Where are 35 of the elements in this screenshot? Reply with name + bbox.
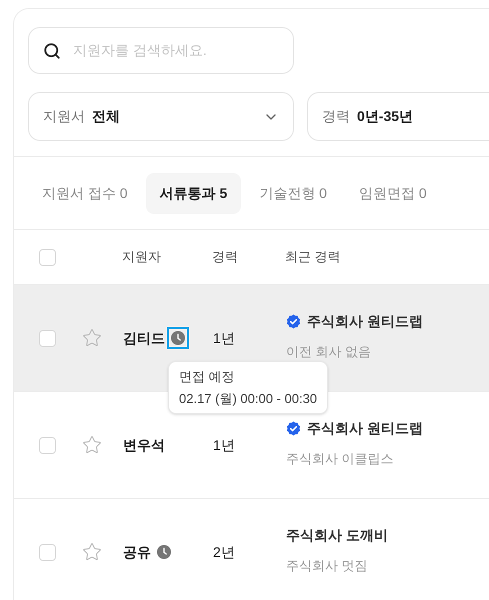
column-header: 지원자: [122, 248, 162, 266]
career-years: 2년: [213, 542, 236, 562]
checkbox[interactable]: [39, 544, 56, 560]
filter-select[interactable]: 지원서 전체: [28, 92, 294, 141]
search-icon: [43, 42, 61, 60]
current-company: 주식회사 원티드랩: [307, 312, 423, 331]
filter-value: 0년-35년: [357, 107, 414, 126]
checkbox[interactable]: [39, 248, 56, 266]
previous-company: 이전 회사 없음: [286, 342, 372, 361]
previous-company: 주식회사 멋짐: [286, 556, 369, 575]
star-icon[interactable]: [82, 328, 102, 348]
applicant-name: 변우석: [123, 436, 165, 454]
checkbox[interactable]: [39, 330, 56, 346]
filter-field[interactable]: 경력 0년-35년: [307, 92, 489, 141]
search-field[interactable]: 지원자를 검색하세요.: [28, 27, 294, 74]
clock-icon[interactable]: [167, 327, 189, 349]
career-years: 1년: [213, 328, 236, 348]
career-years: 1년: [213, 436, 236, 454]
applicant-name: 김티드: [123, 328, 165, 348]
previous-company: 주식회사 이클립스: [286, 450, 395, 468]
filter-value: 전체: [92, 107, 120, 126]
current-company: 주식회사 원티드랩: [307, 418, 423, 438]
tab[interactable]: 서류통과 5: [146, 172, 242, 214]
star-icon[interactable]: [82, 435, 102, 455]
current-company: 주식회사 도깨비: [286, 526, 388, 545]
search-input[interactable]: 지원자를 검색하세요.: [73, 40, 273, 61]
filter-label: 지원서: [43, 107, 85, 126]
column-header: 최근 경력: [285, 248, 341, 266]
applicant-name: 공유: [123, 542, 151, 562]
column-header: 경력: [212, 248, 239, 266]
filter-label: 경력: [322, 107, 350, 126]
tooltip-title: 면접 예정: [179, 368, 236, 386]
tooltip-time: 02.17 (월) 00:00 - 00:30: [179, 390, 318, 408]
star-icon[interactable]: [82, 542, 102, 562]
checkbox[interactable]: [39, 436, 56, 454]
